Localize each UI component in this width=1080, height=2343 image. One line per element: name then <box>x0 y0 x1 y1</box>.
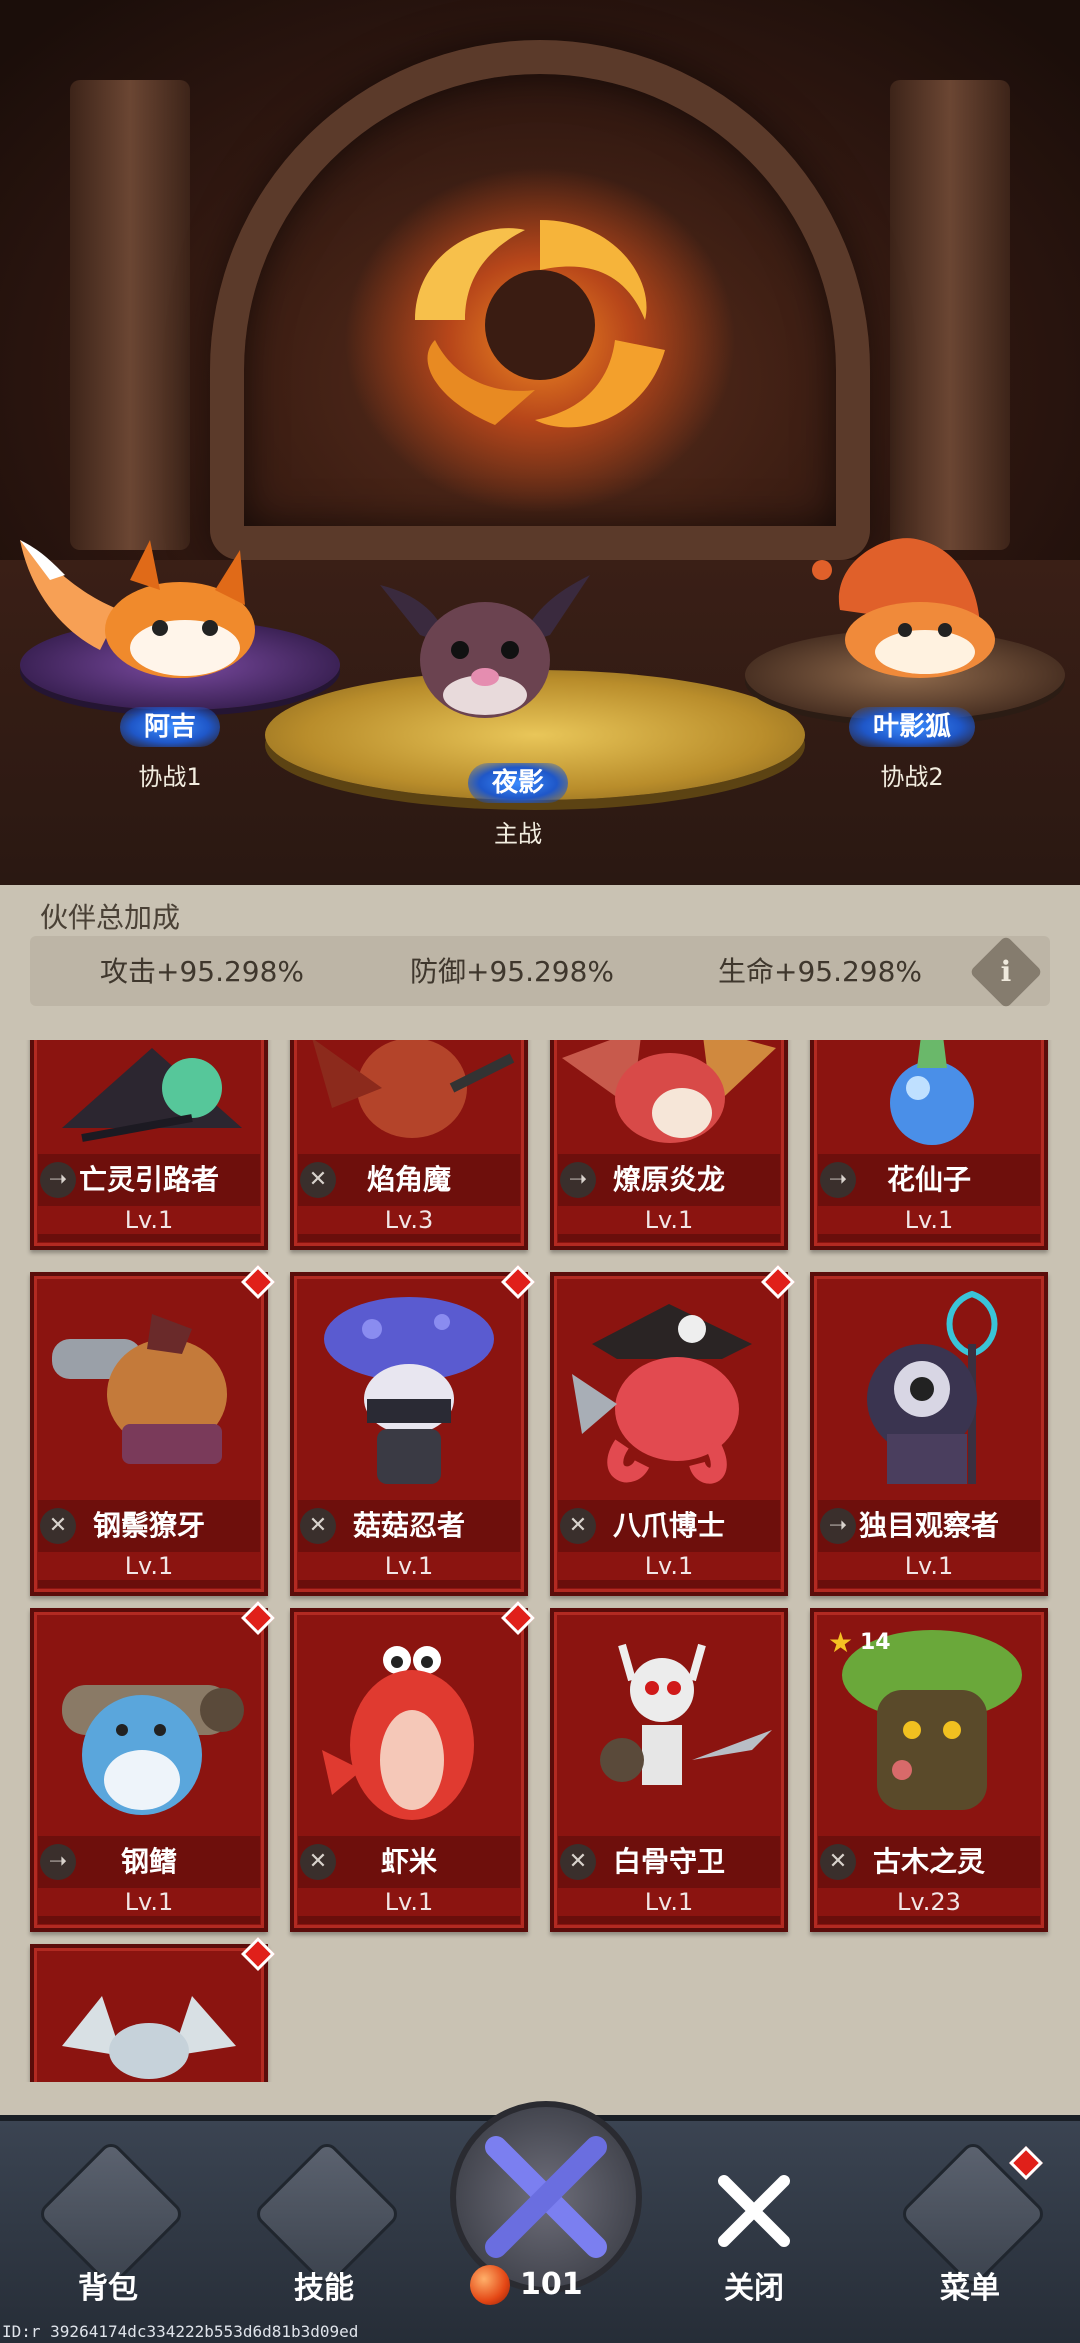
partner-grid[interactable]: ➝ 亡灵引路者 Lv.1 ✕ 焰角魔 Lv.3 ➝ 燎原炎龙 Lv.1 ➝ 花仙… <box>0 1040 1080 2082</box>
partner-card[interactable]: ✕ 白骨守卫 Lv.1 <box>550 1608 788 1932</box>
battle-button[interactable]: 101 <box>440 2091 642 2321</box>
attack-bonus: 攻击+95.298% <box>100 955 305 988</box>
partner-bonus-panel: 伙伴总加成 攻击+95.298% 防御+95.298% 生命+95.298% i <box>30 890 1050 1010</box>
team-arena: 阿吉 协战1 夜影 主战 叶影狐 协战2 <box>0 0 1080 885</box>
partner-name: 白骨守卫 <box>612 1845 725 1878</box>
fox-creature-icon[interactable] <box>10 520 260 680</box>
octopus-doctor-icon <box>572 1304 752 1484</box>
bonus-title: 伙伴总加成 <box>40 901 181 934</box>
bottom-nav: 背包 技能 101 关闭 菜单 ID:r 39264174dc334222b55… <box>0 2101 1080 2343</box>
skills-label: 技能 <box>294 2271 354 2306</box>
partner-card[interactable]: ➝ 燎原炎龙 Lv.1 <box>550 1040 788 1250</box>
partner-card[interactable]: ➝ 花仙子 Lv.1 <box>810 1040 1048 1250</box>
star-icon: ★ <box>828 1626 854 1659</box>
close-tools-icon <box>704 2161 804 2261</box>
one-eyed-observer-icon <box>867 1290 998 1484</box>
close-button[interactable]: 关闭 <box>664 2121 844 2321</box>
partner-level: Lv.1 <box>124 1552 174 1580</box>
menu-badge-icon <box>1009 2146 1043 2180</box>
partner-name: 钢鳍 <box>120 1845 177 1878</box>
leaf-fox-creature-icon[interactable] <box>810 530 1010 680</box>
flame-horn-demon-icon <box>312 1040 515 1138</box>
menu-label: 菜单 <box>940 2271 1000 2306</box>
energy-count: 101 <box>520 2267 583 2302</box>
ancient-tree-spirit-icon <box>842 1630 1022 1810</box>
partner-level: Lv.23 <box>897 1888 961 1916</box>
feather-dragon-icon <box>62 1996 236 2079</box>
debug-id: ID:r 39264174dc334222b553d6d81b3d09ed <box>2 2322 359 2341</box>
undead-guide-icon <box>62 1048 242 1142</box>
partner-card[interactable]: ★ 14 ✕ 古木之灵 Lv.23 <box>810 1608 1048 1932</box>
partner-name: 焰角魔 <box>366 1163 451 1196</box>
support-slot-2-role: 协战2 <box>880 763 944 791</box>
support-slot-1-role: 协战1 <box>138 763 202 791</box>
mushroom-ninja-icon <box>324 1297 494 1484</box>
partner-name: 菇菇忍者 <box>352 1509 465 1542</box>
defense-bonus: 防御+95.298% <box>410 955 615 988</box>
skills-button[interactable]: 技能 <box>234 2121 414 2321</box>
steel-boar-icon <box>52 1314 227 1464</box>
bag-label: 背包 <box>78 2271 138 2306</box>
partner-level: Lv.1 <box>904 1206 954 1234</box>
partner-name: 虾米 <box>380 1845 437 1878</box>
partner-card[interactable]: ➝ 亡灵引路者 Lv.1 <box>30 1040 268 1250</box>
partner-card[interactable]: ✕ 菇菇忍者 Lv.1 <box>290 1265 535 1596</box>
support-slot-1-name: 阿吉 <box>119 707 221 747</box>
partner-card[interactable] <box>30 1937 275 2082</box>
partner-name: 钢鬃獠牙 <box>92 1509 205 1542</box>
partner-name: 亡灵引路者 <box>78 1163 219 1196</box>
star-count: 14 <box>860 1630 891 1655</box>
bat-creature-icon[interactable] <box>380 555 590 725</box>
bag-button[interactable]: 背包 <box>18 2121 198 2321</box>
crossed-swords-icon <box>450 2101 642 2293</box>
support-slot-2-name: 叶影狐 <box>848 707 976 747</box>
partner-level: Lv.3 <box>384 1206 434 1234</box>
partner-level: Lv.1 <box>644 1206 694 1234</box>
stone-pillar-left <box>70 80 190 550</box>
partner-card[interactable]: ✕ 八爪博士 Lv.1 <box>550 1265 795 1596</box>
partner-name: 燎原炎龙 <box>612 1163 725 1196</box>
partner-level: Lv.1 <box>384 1552 434 1580</box>
partner-name: 独目观察者 <box>858 1509 999 1542</box>
partner-name: 花仙子 <box>886 1163 971 1196</box>
main-slot-name: 夜影 <box>467 763 569 803</box>
partner-name: 八爪博士 <box>612 1509 725 1542</box>
close-label: 关闭 <box>724 2271 784 2306</box>
stone-pillar-right <box>890 80 1010 550</box>
partner-level: Lv.1 <box>124 1888 174 1916</box>
menu-button[interactable]: 菜单 <box>880 2121 1060 2321</box>
bonus-stats-box: 攻击+95.298% 防御+95.298% 生命+95.298% i <box>30 935 1050 1009</box>
partner-level: Lv.1 <box>904 1552 954 1580</box>
partner-name: 古木之灵 <box>872 1845 985 1878</box>
skeleton-guard-icon <box>600 1643 772 1785</box>
partner-level: Lv.1 <box>644 1552 694 1580</box>
info-icon: i <box>1000 955 1012 988</box>
energy-orb-icon <box>470 2265 510 2305</box>
partner-level: Lv.1 <box>384 1888 434 1916</box>
shrimp-icon <box>322 1646 474 1820</box>
hp-bonus: 生命+95.298% <box>718 955 923 988</box>
partner-level: Lv.1 <box>644 1888 694 1916</box>
info-button[interactable]: i <box>969 935 1043 1009</box>
partner-card[interactable]: ✕ 虾米 Lv.1 <box>290 1601 535 1932</box>
main-slot-role: 主战 <box>494 820 542 848</box>
steel-fin-shark-icon <box>62 1685 244 1815</box>
partner-level: Lv.1 <box>124 1206 174 1234</box>
partner-card[interactable]: ➝ 独目观察者 Lv.1 <box>810 1272 1048 1596</box>
blaze-dragon-icon <box>562 1040 776 1143</box>
flower-fairy-icon <box>890 1040 974 1145</box>
partner-card[interactable]: ✕ 钢鬃獠牙 Lv.1 <box>30 1265 275 1596</box>
portal-swirl-icon <box>415 220 665 428</box>
partner-card[interactable]: ✕ 焰角魔 Lv.3 <box>290 1040 528 1250</box>
partner-card[interactable]: ➝ 钢鳍 Lv.1 <box>30 1601 275 1932</box>
